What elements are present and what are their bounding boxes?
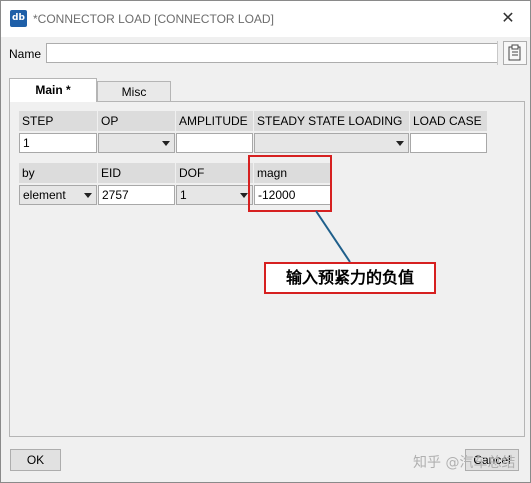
- callout-pointer: [315, 210, 351, 263]
- connector-load-dialog: db *CONNECTOR LOAD [CONNECTOR LOAD] ✕ Na…: [0, 0, 531, 483]
- ok-button[interactable]: OK: [10, 449, 61, 471]
- watermark-text: 知乎 @汽车总结: [413, 455, 516, 471]
- annotation-callout: 输入预紧力的负值: [264, 262, 436, 294]
- tab-main[interactable]: Main *: [9, 78, 97, 102]
